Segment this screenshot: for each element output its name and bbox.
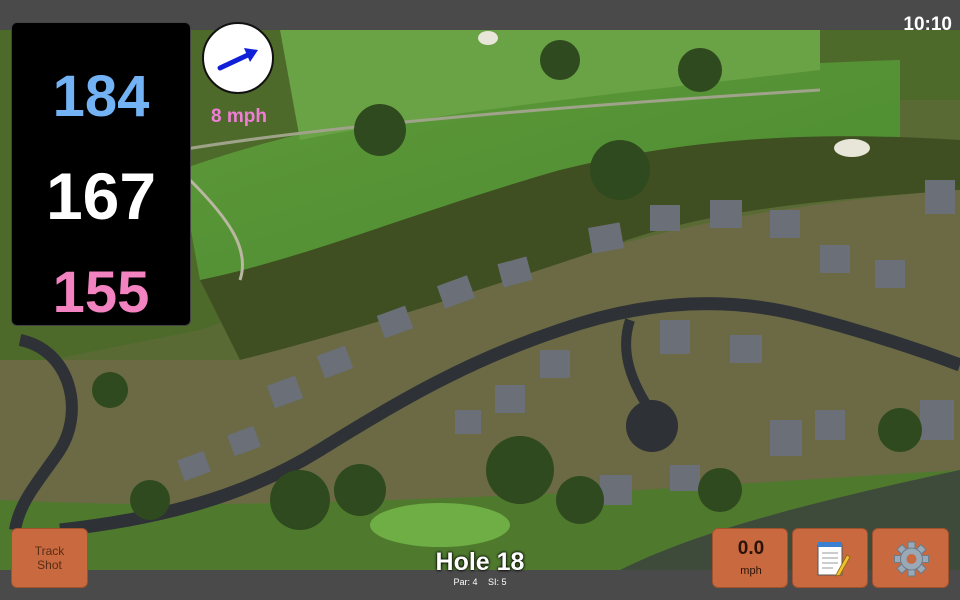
- hole-par: Par: 4: [453, 577, 478, 587]
- notepad-icon: [817, 542, 851, 577]
- hole-stroke-index: SI: 5: [488, 577, 507, 587]
- track-shot-label-line1: Track: [34, 544, 65, 558]
- wind-speed: 8 mph: [211, 106, 267, 127]
- arrow-icon: [217, 48, 258, 71]
- clock: 10:10: [903, 14, 952, 35]
- shot-speed-value: 0.0: [737, 538, 765, 559]
- notes-button[interactable]: [792, 528, 868, 588]
- settings-button[interactable]: [872, 528, 949, 588]
- track-shot-button[interactable]: Track Shot: [11, 528, 88, 588]
- back-distance: 184: [52, 64, 150, 129]
- track-shot-label-line2: Shot: [37, 558, 62, 572]
- front-distance: 155: [52, 260, 150, 325]
- middle-distance: 167: [45, 159, 157, 233]
- gear-icon: [894, 541, 929, 577]
- hole-title: Hole 18: [435, 548, 525, 576]
- hole-info: Par: 4 SI: 5: [380, 577, 580, 587]
- wind-direction-dial: [202, 22, 274, 94]
- shot-speed-button[interactable]: 0.0 mph: [712, 528, 788, 588]
- shot-speed-unit: mph: [740, 565, 762, 577]
- distance-panel: 184 167 155: [11, 22, 191, 326]
